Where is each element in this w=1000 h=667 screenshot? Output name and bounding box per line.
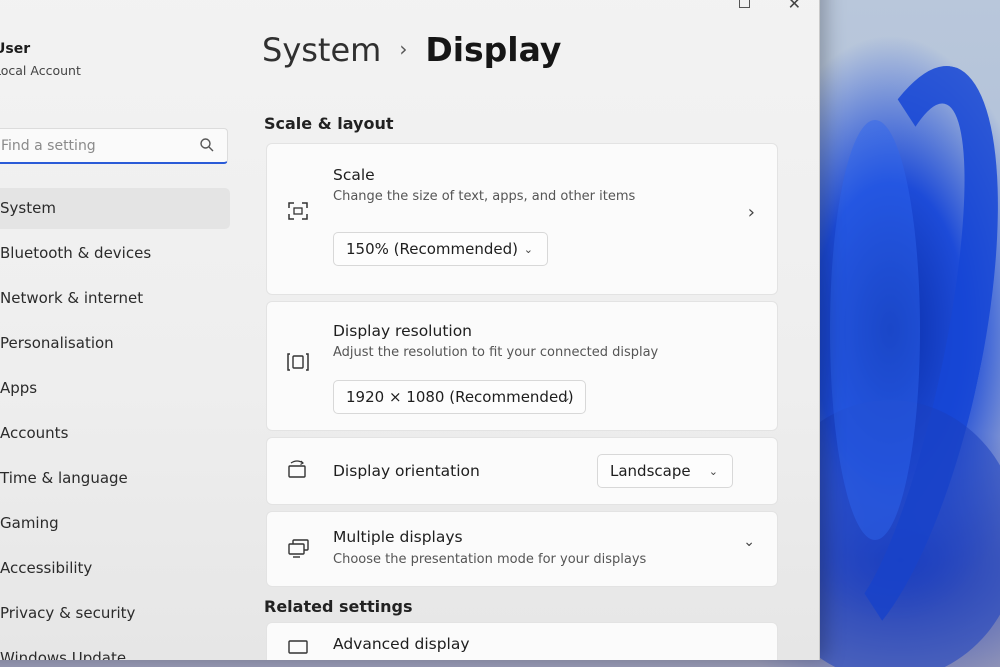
monitor-icon [288,640,308,654]
breadcrumb-separator: › [399,37,408,61]
display-orientation-card[interactable]: Display orientation Landscape ⌄ [266,437,778,505]
section-title-scale-layout: Scale & layout [264,114,394,133]
search-placeholder: Find a setting [1,138,96,154]
sidebar-item-time-language[interactable]: Time & language [0,458,230,499]
scale-card[interactable]: Scale Change the size of text, apps, and… [266,143,778,295]
resolution-icon [287,353,309,371]
user-name: User [0,41,31,57]
chevron-down-icon: ⌄ [561,391,571,404]
sidebar-item-system[interactable]: System [0,188,230,229]
chevron-down-icon: ⌄ [523,243,533,256]
sidebar-item-gaming[interactable]: Gaming [0,503,230,544]
sidebar-item-accounts[interactable]: Accounts [0,413,230,454]
sidebar-item-network[interactable]: Network & internet [0,278,230,319]
search-icon[interactable] [199,137,215,153]
scale-dropdown[interactable]: 150% (Recommended) ⌄ [333,232,548,266]
search-input[interactable]: Find a setting [0,128,228,164]
sidebar-item-accessibility[interactable]: Accessibility [0,548,230,589]
resolution-value: 1920 × 1080 (Recommended) [346,388,574,406]
multiple-displays-title: Multiple displays [333,528,463,546]
main-content: System › Display Scale & layout Scale Chan… [262,0,802,660]
orientation-value: Landscape [610,462,691,480]
sidebar: User Local Account Find a setting System… [0,0,230,660]
sidebar-item-privacy[interactable]: Privacy & security [0,593,230,634]
orientation-title: Display orientation [333,462,480,480]
user-account-type: Local Account [0,63,81,78]
breadcrumb-parent[interactable]: System [262,31,381,69]
page-title: Display [425,30,562,69]
multiple-displays-card[interactable]: Multiple displays Choose the presentatio… [266,511,778,587]
sidebar-item-windows-update[interactable]: Windows Update [0,638,230,660]
scale-value: 150% (Recommended) [346,240,518,258]
resolution-dropdown[interactable]: 1920 × 1080 (Recommended) ⌄ [333,380,586,414]
advanced-display-card[interactable]: Advanced display [266,622,778,660]
scale-icon [288,202,308,220]
advanced-display-title: Advanced display [333,635,470,653]
sidebar-item-apps[interactable]: Apps [0,368,230,409]
section-title-related-settings: Related settings [264,597,413,616]
sidebar-nav: System Bluetooth & devices Network & int… [0,188,230,660]
resolution-title: Display resolution [333,322,473,340]
display-resolution-card[interactable]: Display resolution Adjust the resolution… [266,301,778,431]
settings-window: ✕ User Local Account Find a setting Syst… [0,0,820,660]
breadcrumb: System › Display [262,30,561,69]
sidebar-item-bluetooth[interactable]: Bluetooth & devices [0,233,230,274]
scale-title: Scale [333,166,375,184]
chevron-down-icon: ⌄ [708,465,718,478]
scale-subtitle: Change the size of text, apps, and other… [333,189,636,204]
resolution-subtitle: Adjust the resolution to fit your connec… [333,345,659,360]
orientation-icon [288,460,306,478]
chevron-right-icon[interactable]: › [748,202,755,223]
chevron-down-icon[interactable]: ⌄ [743,534,755,550]
multiple-displays-subtitle: Choose the presentation mode for your di… [333,552,647,567]
multiple-displays-icon [288,539,309,558]
orientation-dropdown[interactable]: Landscape ⌄ [597,454,733,488]
sidebar-item-personalisation[interactable]: Personalisation [0,323,230,364]
